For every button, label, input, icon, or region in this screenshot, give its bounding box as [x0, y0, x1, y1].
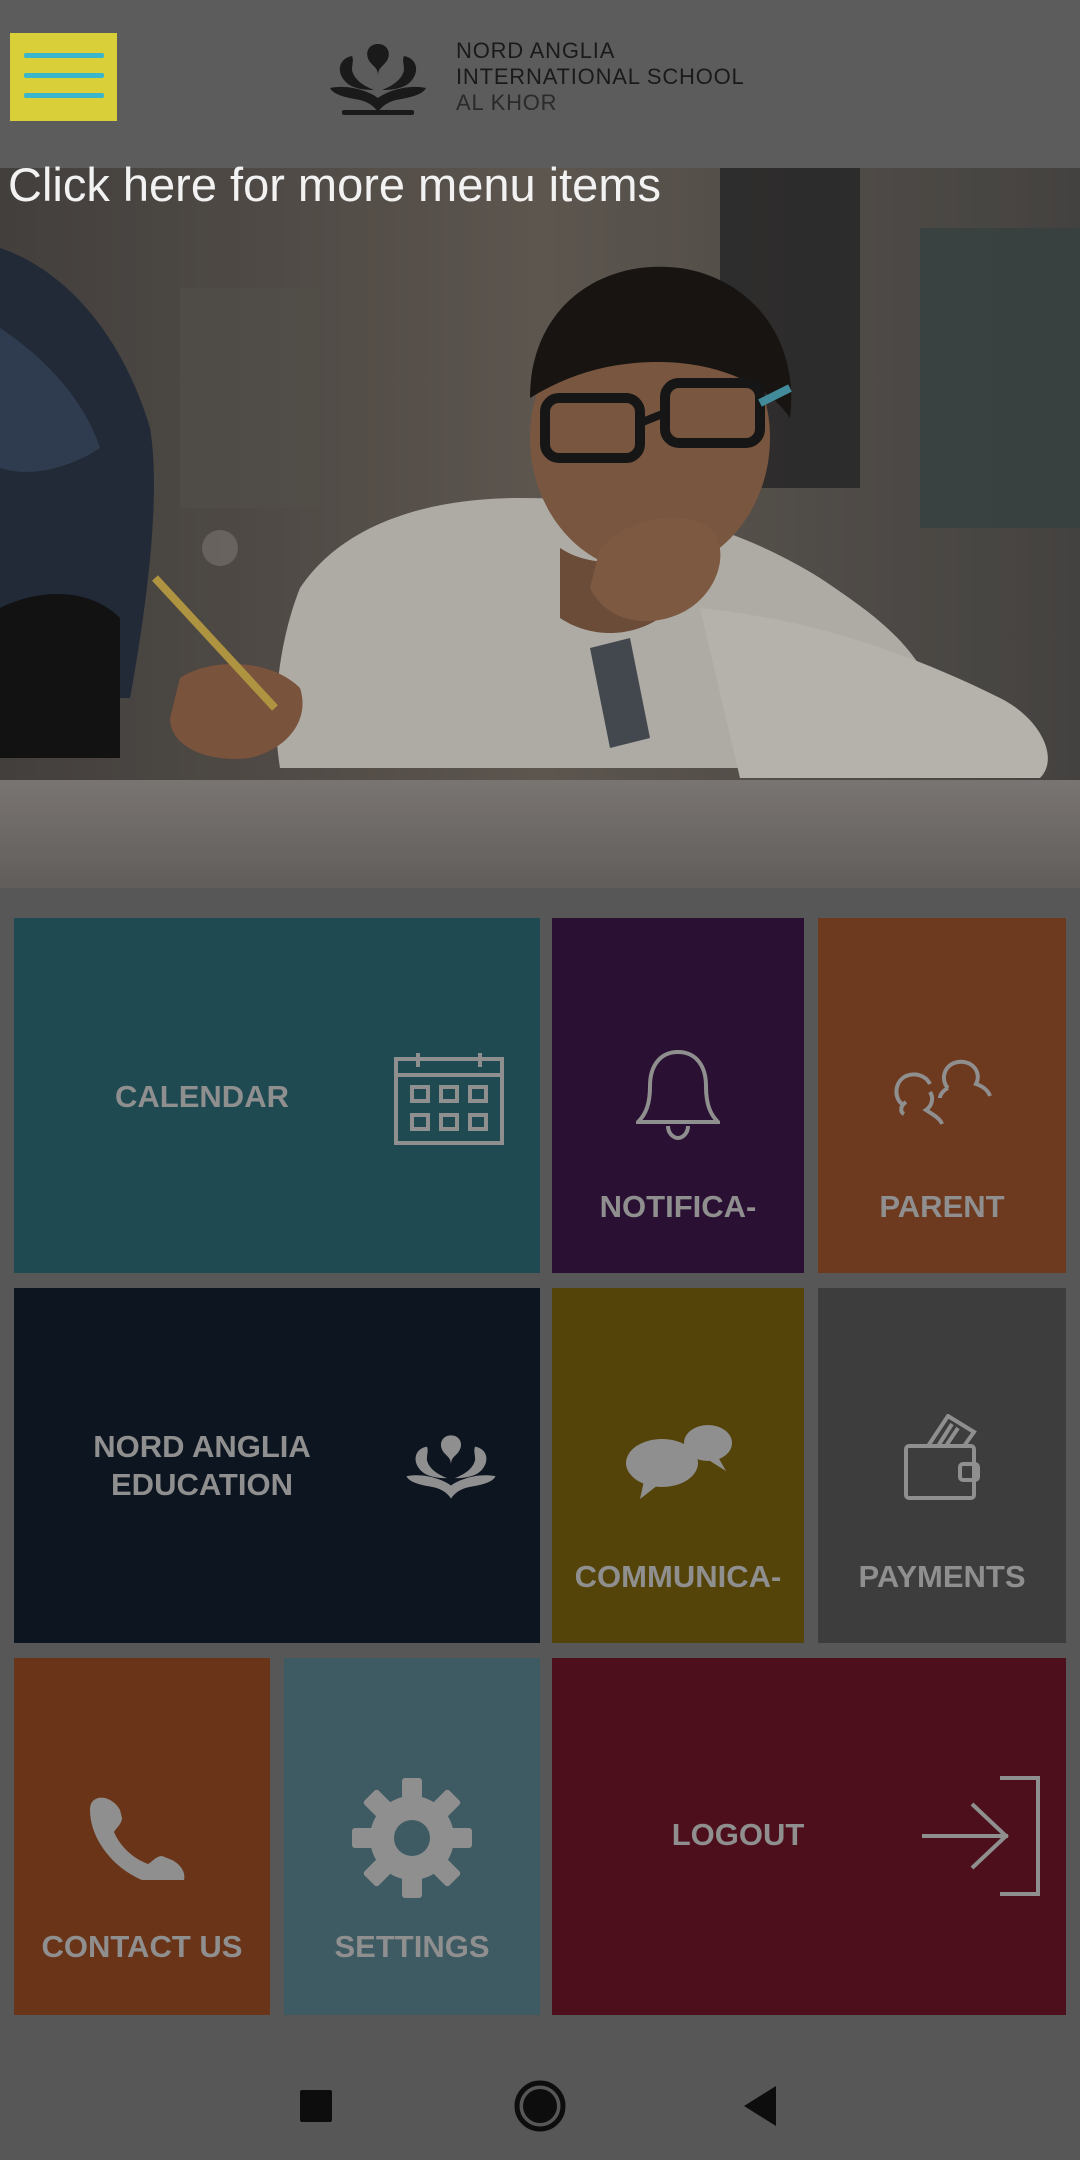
square-icon[interactable]	[276, 2066, 356, 2146]
logo-line-2: INTERNATIONAL SCHOOL	[456, 64, 745, 89]
logout-label: LOGOUT	[671, 1817, 805, 1852]
hero-image	[0, 168, 1080, 888]
wallet-icon	[904, 1414, 980, 1500]
hamburger-menu-button[interactable]	[10, 33, 117, 121]
bell-icon	[636, 1049, 720, 1140]
calendar-icon	[394, 1053, 504, 1145]
nord-anglia-education-tile[interactable]: NORD ANGLIA EDUCATION	[14, 1288, 540, 1643]
nord-anglia-label-line-2: EDUCATION	[111, 1467, 293, 1502]
chat-icon	[626, 1425, 732, 1499]
system-nav-bar	[0, 2032, 1080, 2160]
logout-tile[interactable]: LOGOUT	[552, 1658, 1066, 2015]
calendar-label: CALENDAR	[115, 1079, 289, 1114]
student-photo	[0, 168, 1080, 888]
menu-bar-icon	[24, 93, 104, 98]
calendar-tile[interactable]: CALENDAR	[14, 918, 540, 1273]
settings-label: SETTINGS	[334, 1929, 490, 1964]
phone-icon	[90, 1797, 185, 1880]
payments-tile[interactable]: PAYMENTS	[818, 1288, 1066, 1643]
settings-tile[interactable]: SETTINGS	[284, 1658, 540, 2015]
communications-tile[interactable]: COMMUNICA-	[552, 1288, 804, 1643]
payments-label: PAYMENTS	[858, 1559, 1026, 1594]
parent-tile[interactable]: PARENT	[818, 918, 1066, 1273]
contact-us-label: CONTACT US	[41, 1929, 243, 1964]
parent-label: PARENT	[879, 1189, 1005, 1224]
menu-bar-icon	[24, 53, 104, 58]
logo-line-1: NORD ANGLIA	[456, 38, 616, 63]
swan-crest-icon	[330, 44, 426, 115]
nord-anglia-label-line-1: NORD ANGLIA	[93, 1429, 311, 1464]
school-logo: NORD ANGLIA INTERNATIONAL SCHOOL AL KHOR	[322, 36, 762, 120]
nord-anglia-label: NORD ANGLIA EDUCATION	[14, 1428, 390, 1504]
notifications-tile[interactable]: NOTIFICA-	[552, 918, 804, 1273]
logo-text: NORD ANGLIA INTERNATIONAL SCHOOL AL KHOR	[456, 38, 745, 116]
circle-icon[interactable]	[500, 2066, 580, 2146]
logout-icon	[922, 1776, 1040, 1896]
parent-icon	[894, 1059, 992, 1125]
menu-hint-text[interactable]: Click here for more menu items	[8, 154, 661, 216]
gear-icon	[352, 1778, 472, 1898]
logo-line-3: AL KHOR	[456, 90, 558, 115]
communications-label: COMMUNICA-	[574, 1559, 782, 1594]
contact-us-tile[interactable]: CONTACT US	[14, 1658, 270, 2015]
triangle-back-icon[interactable]	[722, 2066, 802, 2146]
app-header: NORD ANGLIA INTERNATIONAL SCHOOL AL KHOR	[0, 0, 1080, 168]
menu-bar-icon	[24, 73, 104, 78]
notifications-label: NOTIFICA-	[599, 1189, 757, 1224]
crest-icon	[406, 1435, 496, 1499]
